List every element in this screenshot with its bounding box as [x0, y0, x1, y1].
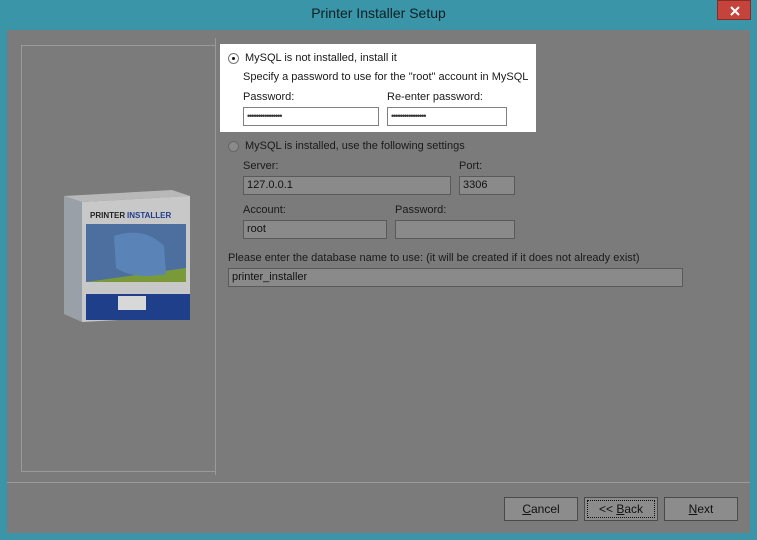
port-field[interactable]: 3306: [459, 176, 515, 195]
radio-install-mysql[interactable]: [228, 53, 239, 64]
reenter-password-field[interactable]: ••••••••••••••••: [387, 107, 507, 126]
server-label: Server:: [243, 160, 279, 172]
radio-selected-dot: [232, 57, 235, 60]
product-box-image: PRINTER INSTALLER: [64, 190, 190, 322]
button-bar-divider: [7, 482, 750, 483]
vertical-divider: [215, 38, 216, 475]
close-icon: [730, 6, 740, 16]
existing-password-field[interactable]: [395, 220, 515, 239]
brand-text-installer: INSTALLER: [127, 211, 172, 220]
next-label: ext: [697, 502, 714, 516]
back-label: ack: [624, 502, 644, 516]
back-arrows: <<: [598, 502, 617, 516]
new-password-field[interactable]: ••••••••••••••••: [243, 107, 379, 126]
cancel-button[interactable]: Cancel: [504, 497, 578, 521]
database-name-field[interactable]: printer_installer: [228, 268, 683, 287]
cancel-label: ancel: [530, 502, 560, 516]
server-field[interactable]: 127.0.0.1: [243, 176, 451, 195]
close-button[interactable]: [717, 0, 751, 20]
radio-existing-mysql[interactable]: [228, 141, 239, 152]
cancel-accelerator: C: [522, 502, 531, 516]
product-image-panel: PRINTER INSTALLER: [21, 45, 216, 472]
reenter-password-label: Re-enter password:: [387, 91, 483, 103]
install-description: Specify a password to use for the "root"…: [243, 71, 529, 83]
title-bar: Printer Installer Setup: [0, 0, 757, 30]
dialog-body: PRINTER INSTALLER MySQL is not installed…: [7, 30, 750, 533]
setup-window: Printer Installer Setup PRINTER INSTALLE…: [0, 0, 757, 540]
window-title: Printer Installer Setup: [311, 5, 446, 21]
account-field[interactable]: root: [243, 220, 387, 239]
existing-mysql-label: MySQL is installed, use the following se…: [245, 140, 465, 152]
account-label: Account:: [243, 204, 286, 216]
existing-password-label: Password:: [395, 204, 447, 216]
port-label: Port:: [459, 160, 483, 172]
database-name-label: Please enter the database name to use: (…: [228, 252, 640, 264]
next-button[interactable]: Next: [664, 497, 738, 521]
brand-text-printer: PRINTER: [90, 211, 125, 220]
new-password-label: Password:: [243, 91, 295, 103]
back-button[interactable]: << Back: [584, 497, 658, 521]
install-mysql-label: MySQL is not installed, install it: [245, 52, 397, 64]
